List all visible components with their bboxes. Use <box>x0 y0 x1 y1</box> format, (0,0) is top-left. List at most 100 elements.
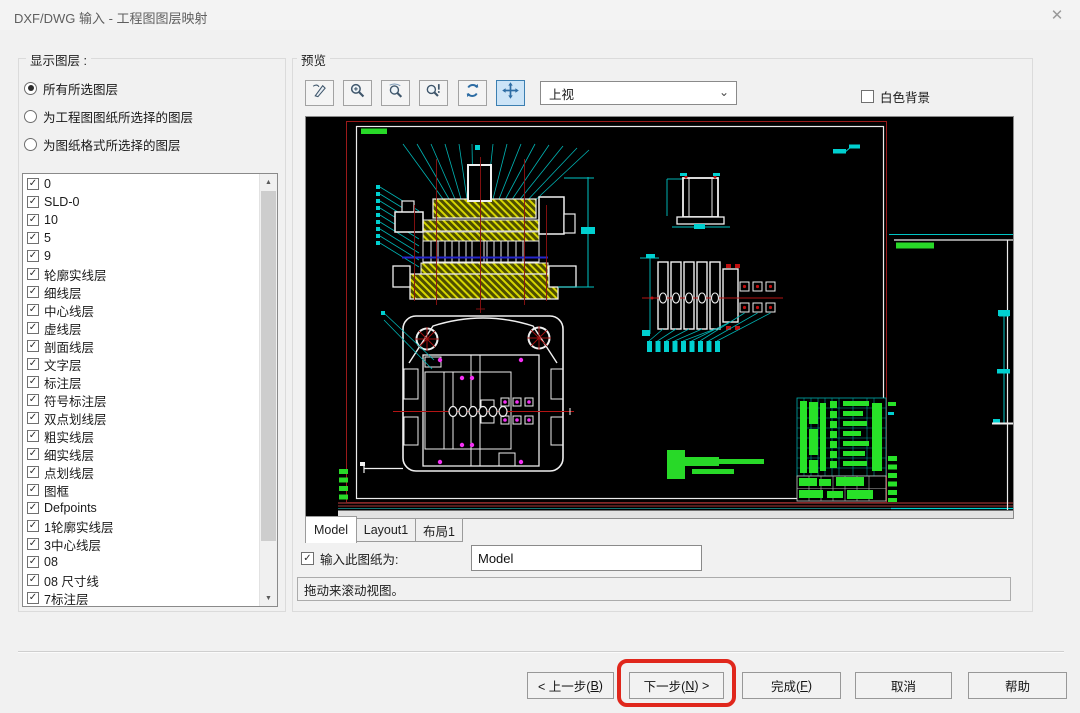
radio-label: 为图纸格式所选择的图层 <box>43 135 181 154</box>
radio-icon[interactable] <box>24 110 37 123</box>
view-orientation-value: 上视 <box>549 84 574 103</box>
view-orientation-select[interactable]: 上视 ⌄ <box>540 81 737 105</box>
sketch-select-button[interactable] <box>305 80 334 106</box>
white-background-checkbox[interactable] <box>861 90 874 103</box>
layer-checkbox[interactable] <box>27 358 39 370</box>
layer-checkbox[interactable] <box>27 322 39 334</box>
layer-label: 点划线层 <box>44 463 94 482</box>
scroll-up-icon[interactable]: ▲ <box>260 174 277 190</box>
zoom-icon <box>349 82 366 104</box>
white-background-option[interactable]: 白色背景 <box>861 87 930 106</box>
cancel-label: 取消 <box>891 676 916 695</box>
import-sheet-label: 输入此图纸为: <box>320 549 398 568</box>
layer-label: 轮廓实线层 <box>44 265 107 284</box>
back-button[interactable]: < 上一步(B) <box>527 672 614 699</box>
layer-checkbox[interactable] <box>27 538 39 550</box>
scroll-down-icon[interactable]: ▼ <box>260 590 277 606</box>
layer-checkbox[interactable] <box>27 502 39 514</box>
layer-row[interactable]: 10 <box>24 211 259 229</box>
layer-checkbox[interactable] <box>27 232 39 244</box>
rotate-view-button[interactable] <box>458 80 487 106</box>
layer-row[interactable]: 0 <box>24 175 259 193</box>
cancel-button[interactable]: 取消 <box>855 672 952 699</box>
layer-checkbox[interactable] <box>27 250 39 262</box>
layer-row[interactable]: 3中心线层 <box>24 535 259 553</box>
layer-row[interactable]: 点划线层 <box>24 463 259 481</box>
layer-row[interactable]: 文字层 <box>24 355 259 373</box>
layer-label: 1轮廓实线层 <box>44 517 113 536</box>
layer-row[interactable]: 细线层 <box>24 283 259 301</box>
layer-row[interactable]: 标注层 <box>24 373 259 391</box>
layer-checkbox[interactable] <box>27 178 39 190</box>
layer-row[interactable]: Defpoints <box>24 499 259 517</box>
layer-checkbox[interactable] <box>27 556 39 568</box>
radio-icon[interactable] <box>24 138 37 151</box>
rotate-view-icon <box>464 82 481 104</box>
layer-filter-radio[interactable]: 为图纸格式所选择的图层 <box>24 135 181 153</box>
white-background-label: 白色背景 <box>880 87 930 106</box>
radio-icon[interactable] <box>24 82 37 95</box>
layer-checkbox[interactable] <box>27 376 39 388</box>
layer-checkbox[interactable] <box>27 196 39 208</box>
finish-button[interactable]: 完成(F) <box>742 672 841 699</box>
layer-label: 08 尺寸线 <box>44 571 99 590</box>
sheet-tab[interactable]: Model <box>305 516 357 543</box>
layer-row[interactable]: 1轮廓实线层 <box>24 517 259 535</box>
pan-view-button[interactable] <box>496 80 525 106</box>
layer-label: 细实线层 <box>44 445 94 464</box>
layer-row[interactable]: 图框 <box>24 481 259 499</box>
layer-row[interactable]: 轮廓实线层 <box>24 265 259 283</box>
import-sheet-option[interactable]: 输入此图纸为: <box>301 549 398 568</box>
layer-list-scrollbar[interactable]: ▲ ▼ <box>259 174 277 606</box>
layer-checkbox[interactable] <box>27 214 39 226</box>
layer-checkbox[interactable] <box>27 448 39 460</box>
layer-checkbox[interactable] <box>27 286 39 298</box>
layer-row[interactable]: 剖面线层 <box>24 337 259 355</box>
layer-row[interactable]: 虚线层 <box>24 319 259 337</box>
layer-checkbox[interactable] <box>27 412 39 424</box>
sheet-tab[interactable]: Layout1 <box>356 518 416 542</box>
layer-checkbox[interactable] <box>27 304 39 316</box>
next-button[interactable]: 下一步(N) > <box>629 672 724 699</box>
layer-row[interactable]: 细实线层 <box>24 445 259 463</box>
preview-canvas[interactable] <box>305 116 1014 519</box>
layer-checkbox[interactable] <box>27 520 39 532</box>
layer-label: 3中心线层 <box>44 535 101 554</box>
layer-row[interactable]: 08 <box>24 553 259 571</box>
layer-row[interactable]: 双点划线层 <box>24 409 259 427</box>
zoom-to-area-button[interactable] <box>419 80 448 106</box>
preview-group-label: 预览 <box>297 50 330 69</box>
layer-row[interactable]: 08 尺寸线 <box>24 571 259 589</box>
sheet-tab[interactable]: 布局1 <box>415 518 463 542</box>
zoom-to-fit-button[interactable] <box>381 80 410 106</box>
layer-list[interactable]: 0 SLD-0 10 5 9 <box>22 173 278 607</box>
footer-separator <box>18 651 1064 653</box>
layer-label: 中心线层 <box>44 301 94 320</box>
layer-checkbox[interactable] <box>27 484 39 496</box>
import-sheet-checkbox[interactable] <box>301 552 314 565</box>
sheet-tab-label: Layout1 <box>364 523 408 537</box>
layer-row[interactable]: 9 <box>24 247 259 265</box>
sheet-name-input[interactable] <box>471 545 702 571</box>
layer-filter-radio[interactable]: 为工程图图纸所选择的图层 <box>24 107 193 125</box>
layer-checkbox[interactable] <box>27 340 39 352</box>
layer-checkbox[interactable] <box>27 268 39 280</box>
layer-checkbox[interactable] <box>27 430 39 442</box>
close-icon[interactable]: ✕ <box>1046 5 1068 27</box>
scrollbar-thumb[interactable] <box>261 191 276 541</box>
layer-row[interactable]: 符号标注层 <box>24 391 259 409</box>
status-bar: 拖动来滚动视图。 <box>297 577 1011 601</box>
layer-filter-radio[interactable]: 所有所选图层 <box>24 79 118 97</box>
layer-row[interactable]: 7标注层 <box>24 589 259 605</box>
layer-checkbox[interactable] <box>27 592 39 604</box>
help-button[interactable]: 帮助 <box>968 672 1067 699</box>
layer-row[interactable]: 5 <box>24 229 259 247</box>
layer-checkbox[interactable] <box>27 574 39 586</box>
layer-checkbox[interactable] <box>27 466 39 478</box>
layer-row[interactable]: 中心线层 <box>24 301 259 319</box>
layer-checkbox[interactable] <box>27 394 39 406</box>
radio-label: 所有所选图层 <box>43 79 118 98</box>
layer-row[interactable]: SLD-0 <box>24 193 259 211</box>
zoom-button[interactable] <box>343 80 372 106</box>
layer-row[interactable]: 粗实线层 <box>24 427 259 445</box>
